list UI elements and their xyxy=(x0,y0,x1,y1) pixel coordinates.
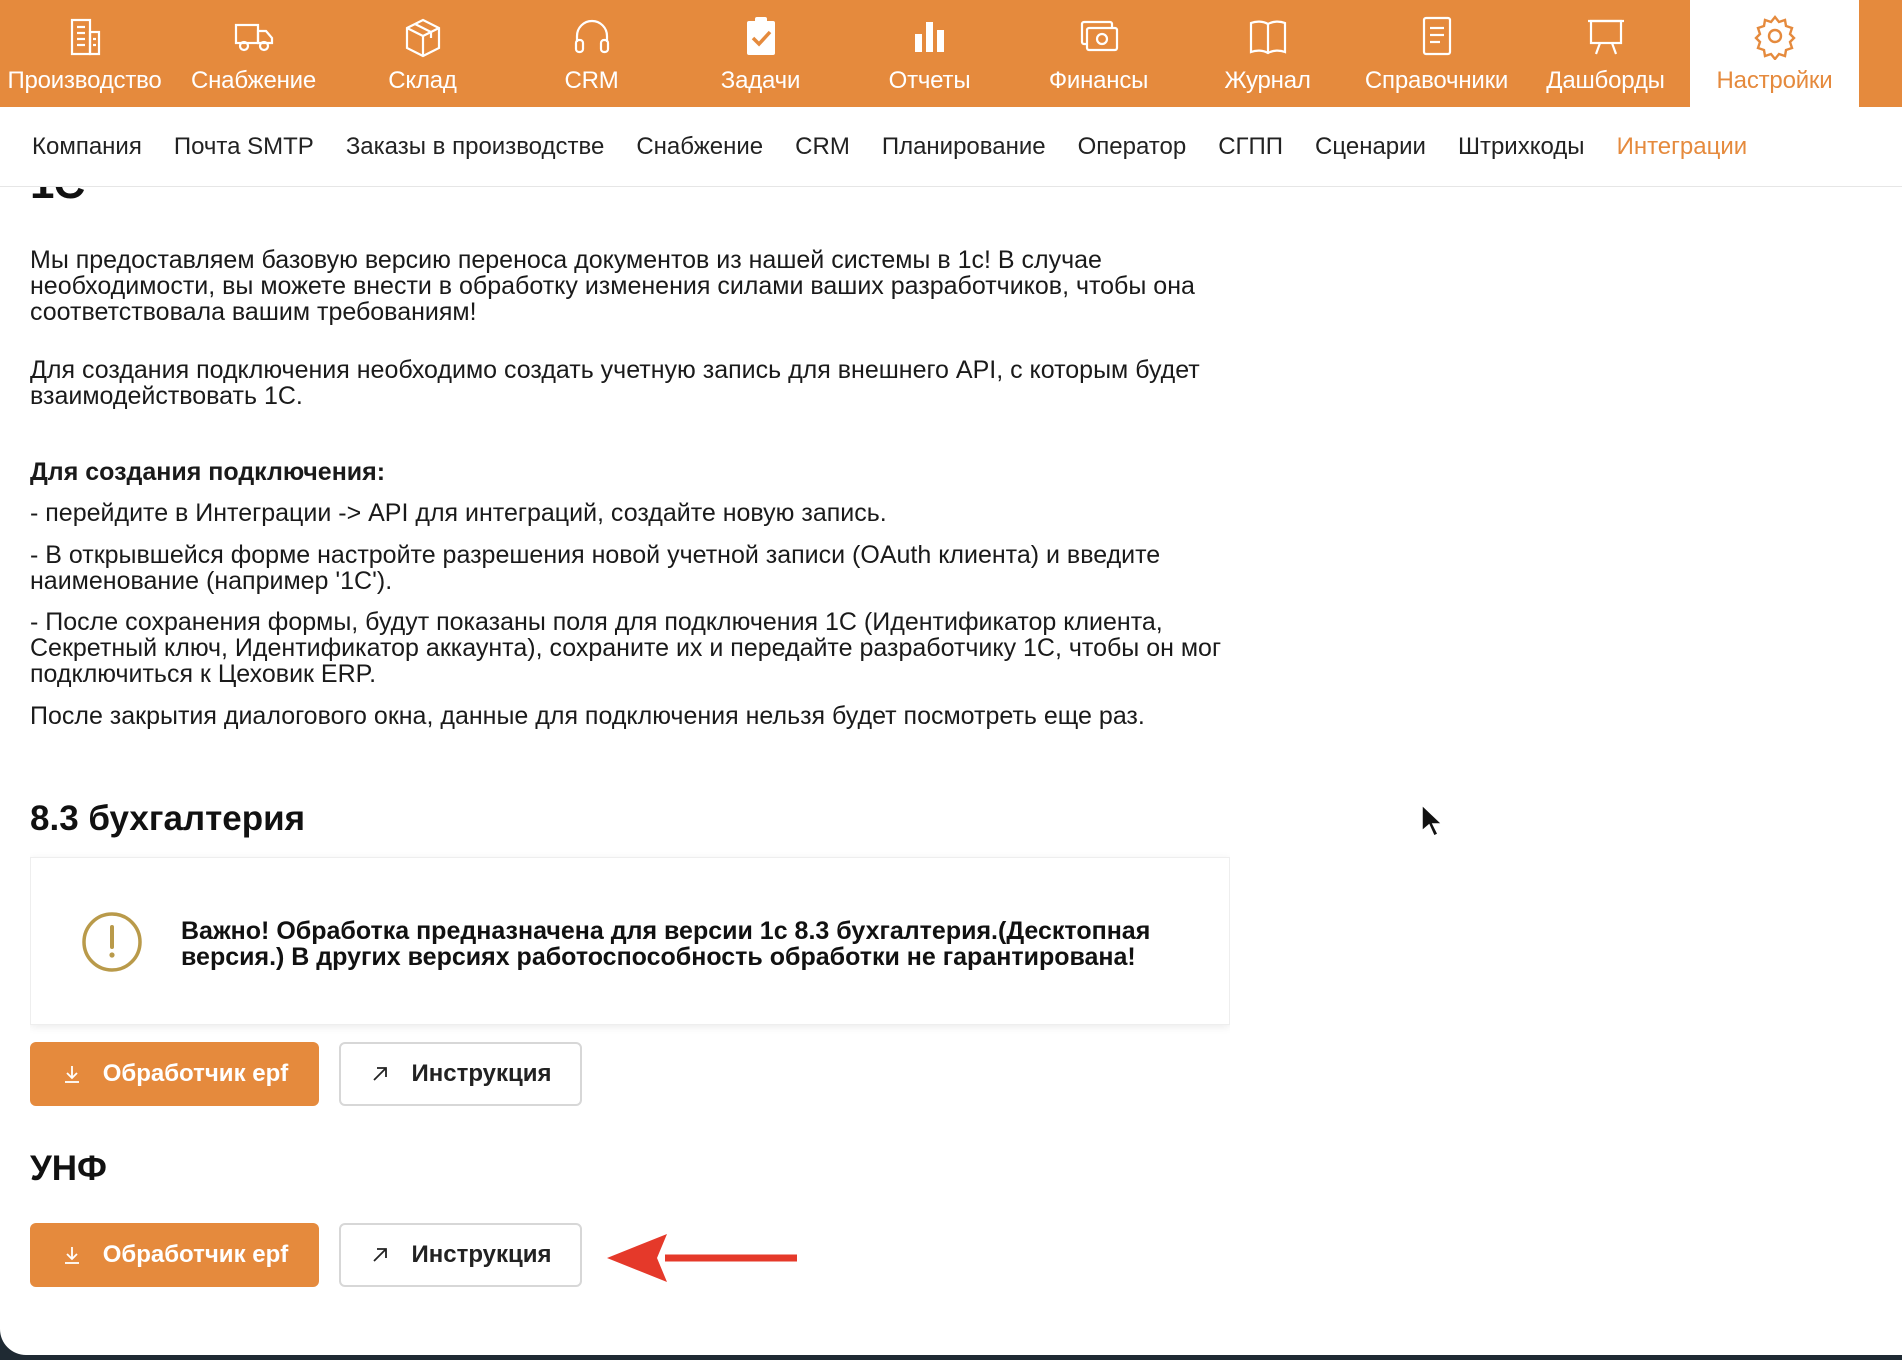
external-link-arrow-icon xyxy=(369,1244,391,1266)
nav-item-production[interactable]: Производство xyxy=(0,0,169,107)
tab-crm[interactable]: CRM xyxy=(795,133,850,161)
building-icon xyxy=(61,12,109,60)
nav-item-label: Настройки xyxy=(1716,67,1833,94)
warning-text: Важно! Обработка предназначена для верси… xyxy=(181,917,1151,971)
headphones-icon xyxy=(568,12,616,60)
nav-item-label: Производство xyxy=(7,67,162,94)
tab-planning[interactable]: Планирование xyxy=(882,133,1046,161)
section-title-accounting: 8.3 бухгалтерия xyxy=(30,799,306,838)
bar-chart-icon xyxy=(906,12,954,60)
nav-item-warehouse[interactable]: Склад xyxy=(338,0,507,107)
nav-item-finance[interactable]: Финансы xyxy=(1014,0,1183,107)
instruction-button-unf[interactable]: Инструкция xyxy=(339,1223,582,1287)
button-label: Инструкция xyxy=(411,1241,552,1268)
tab-scenarios[interactable]: Сценарии xyxy=(1315,133,1426,161)
tab-barcodes[interactable]: Штрихкоды xyxy=(1458,133,1585,161)
note-paragraph: После закрытия диалогового окна, данные … xyxy=(30,702,1145,730)
download-handler-button-unf[interactable]: Обработчик epf xyxy=(30,1223,319,1287)
page-title: 1C xyxy=(30,187,85,209)
nav-item-journal[interactable]: Журнал xyxy=(1183,0,1352,107)
truck-icon xyxy=(230,12,278,60)
steps-title: Для создания подключения: xyxy=(30,458,386,486)
instruction-button-accounting[interactable]: Инструкция xyxy=(339,1042,582,1106)
nav-item-settings[interactable]: Настройки xyxy=(1690,0,1859,107)
gear-icon xyxy=(1751,12,1799,60)
nav-item-label: Финансы xyxy=(1048,67,1149,94)
tab-smtp-mail[interactable]: Почта SMTP xyxy=(174,133,314,161)
download-icon xyxy=(61,1063,83,1085)
mouse-cursor-icon xyxy=(1420,803,1444,839)
tab-company[interactable]: Компания xyxy=(32,133,142,161)
tab-supply[interactable]: Снабжение xyxy=(636,133,763,161)
money-icon xyxy=(1075,12,1123,60)
intro-paragraph: Мы предоставляем базовую версию переноса… xyxy=(30,246,1195,326)
download-handler-button-accounting[interactable]: Обработчик epf xyxy=(30,1042,319,1106)
nav-item-label: Задачи xyxy=(720,67,801,94)
nav-item-label: Справочники xyxy=(1364,67,1509,94)
annotation-arrow-icon xyxy=(605,1230,800,1286)
nav-item-label: Снабжение xyxy=(190,67,317,94)
document-icon xyxy=(1413,12,1461,60)
main-navigation: Производство Снабжение Склад CRM Задачи xyxy=(0,0,1902,107)
nav-item-directories[interactable]: Справочники xyxy=(1352,0,1521,107)
app-window: Производство Снабжение Склад CRM Задачи xyxy=(0,0,1902,1355)
warning-alert: Важно! Обработка предназначена для верси… xyxy=(30,857,1230,1025)
tab-sgpp[interactable]: СГПП xyxy=(1218,133,1283,161)
box-icon xyxy=(399,12,447,60)
button-label: Обработчик epf xyxy=(102,1060,289,1087)
tab-operator[interactable]: Оператор xyxy=(1078,133,1187,161)
section-title-unf: УНФ xyxy=(30,1149,107,1188)
nav-item-tasks[interactable]: Задачи xyxy=(676,0,845,107)
settings-subtabs: Компания Почта SMTP Заказы в производств… xyxy=(0,107,1902,187)
nav-item-crm[interactable]: CRM xyxy=(507,0,676,107)
book-icon xyxy=(1244,12,1292,60)
step-item: - В открывшейся форме настройте разрешен… xyxy=(30,541,1161,595)
nav-item-supply[interactable]: Снабжение xyxy=(169,0,338,107)
intro-paragraph-api: Для создания подключения необходимо созд… xyxy=(30,356,1200,410)
nav-item-label: CRM xyxy=(564,67,619,94)
tab-production-orders[interactable]: Заказы в производстве xyxy=(346,133,605,161)
nav-item-dashboards[interactable]: Дашборды xyxy=(1521,0,1690,107)
nav-item-label: Журнал xyxy=(1224,67,1311,94)
download-icon xyxy=(61,1244,83,1266)
nav-item-label: Склад xyxy=(388,67,457,94)
nav-item-label: Дашборды xyxy=(1546,67,1665,94)
clipboard-check-icon xyxy=(737,12,785,60)
button-label: Инструкция xyxy=(411,1060,552,1087)
tab-integrations[interactable]: Интеграции xyxy=(1617,133,1748,161)
step-item: - перейдите в Интеграции -> API для инте… xyxy=(30,499,887,527)
nav-item-reports[interactable]: Отчеты xyxy=(845,0,1014,107)
presentation-board-icon xyxy=(1582,12,1630,60)
button-label: Обработчик epf xyxy=(102,1241,289,1268)
external-link-arrow-icon xyxy=(369,1063,391,1085)
step-item: - После сохранения формы, будут показаны… xyxy=(30,608,1222,688)
exclamation-circle-icon xyxy=(81,911,143,973)
integration-1c-content: 1C Мы предоставляем базовую версию перен… xyxy=(30,187,1230,1337)
nav-item-label: Отчеты xyxy=(888,67,971,94)
